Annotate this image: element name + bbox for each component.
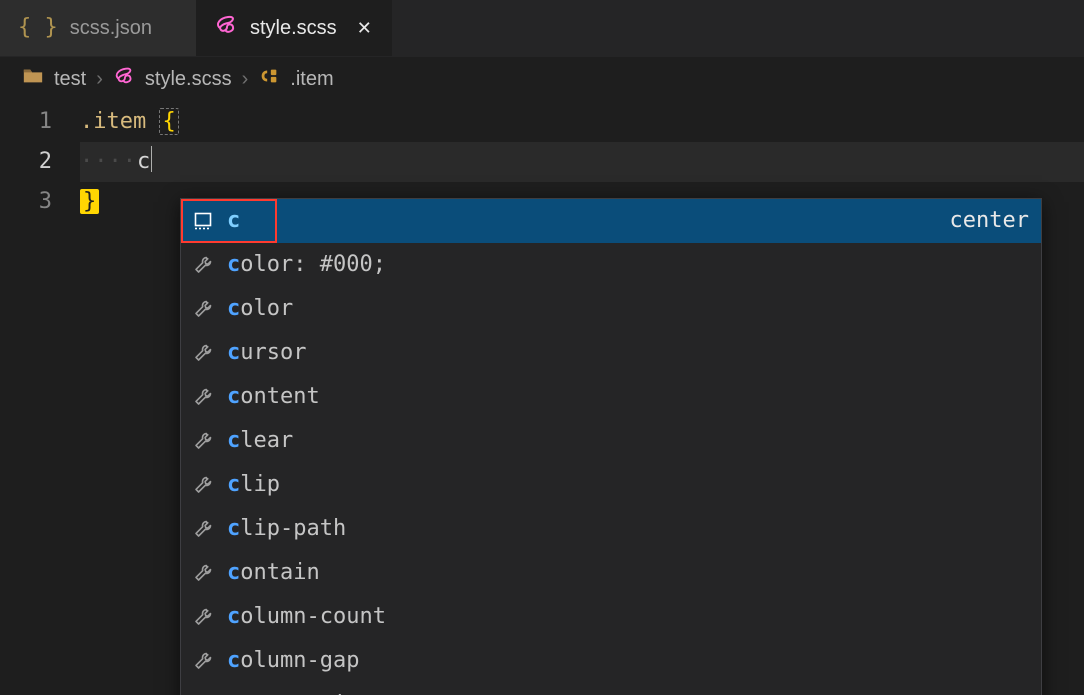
suggestion-detail: center: [950, 203, 1029, 239]
breadcrumb-label: style.scss: [145, 68, 232, 91]
editor-root: { } scss.json style.scss ✕ test ›: [0, 0, 1084, 695]
code-line[interactable]: 1 .item {: [0, 102, 1084, 142]
css-selector: .item: [80, 109, 146, 134]
suggestion-item[interactable]: contain: [181, 551, 1041, 595]
suggestion-popup: ccenter color: #000; color cursor content cle…: [180, 198, 1042, 695]
symbol-class-icon: [258, 65, 280, 93]
suggestion-item[interactable]: column-gap: [181, 639, 1041, 683]
wrench-icon: [191, 299, 215, 319]
text-cursor: [151, 146, 152, 172]
suggestion-label: clip-path: [227, 511, 1029, 547]
close-brace: }: [80, 189, 99, 214]
wrench-icon: [191, 519, 215, 539]
suggestion-item[interactable]: clip: [181, 463, 1041, 507]
folder-icon: [22, 65, 44, 93]
close-icon[interactable]: ✕: [357, 19, 372, 37]
suggestion-item[interactable]: color: [181, 287, 1041, 331]
breadcrumb-item-symbol[interactable]: .item: [258, 65, 333, 93]
suggestion-label: clear: [227, 423, 1029, 459]
breadcrumb: test › style.scss › .item: [0, 57, 1084, 102]
wrench-icon: [191, 343, 215, 363]
wrench-icon: [191, 607, 215, 627]
tab-style-scss[interactable]: style.scss ✕: [196, 0, 392, 56]
breadcrumb-item-folder[interactable]: test: [22, 65, 86, 93]
suggestion-label: color: #000;: [227, 247, 1029, 283]
indent-guide: ····: [80, 149, 137, 174]
breadcrumb-label: test: [54, 68, 86, 91]
suggestion-item[interactable]: content: [181, 375, 1041, 419]
suggestion-item[interactable]: color: #000;: [181, 243, 1041, 287]
suggestion-label: counter-increment: [227, 687, 1029, 695]
suggestion-label: c: [227, 203, 950, 239]
wrench-icon: [191, 475, 215, 495]
typed-text: c: [137, 149, 150, 174]
scss-icon: [113, 65, 135, 93]
suggestion-label: content: [227, 379, 1029, 415]
suggestion-item[interactable]: clear: [181, 419, 1041, 463]
braces-icon: { }: [18, 17, 58, 39]
wrench-icon: [191, 431, 215, 451]
suggestion-item[interactable]: counter-increment: [181, 683, 1041, 695]
tab-label: style.scss: [250, 17, 337, 40]
wrench-icon: [191, 651, 215, 671]
suggestion-label: cursor: [227, 335, 1029, 371]
suggestion-item[interactable]: clip-path: [181, 507, 1041, 551]
wrench-icon: [191, 255, 215, 275]
tab-bar: { } scss.json style.scss ✕: [0, 0, 1084, 57]
line-number: 2: [0, 142, 80, 182]
line-number: 3: [0, 182, 80, 222]
line-number: 1: [0, 102, 80, 142]
suggestion-item[interactable]: column-count: [181, 595, 1041, 639]
suggestion-item[interactable]: ccenter: [181, 199, 1041, 243]
snippet-icon: [191, 211, 215, 231]
suggestion-item[interactable]: cursor: [181, 331, 1041, 375]
wrench-icon: [191, 387, 215, 407]
chevron-right-icon: ›: [242, 68, 249, 91]
chevron-right-icon: ›: [96, 68, 103, 91]
wrench-icon: [191, 563, 215, 583]
tab-scss-json[interactable]: { } scss.json: [0, 0, 196, 56]
suggestion-label: column-gap: [227, 643, 1029, 679]
breadcrumb-label: .item: [290, 68, 333, 91]
scss-icon: [214, 13, 238, 43]
suggestion-label: column-count: [227, 599, 1029, 635]
suggestion-label: clip: [227, 467, 1029, 503]
breadcrumb-item-file[interactable]: style.scss: [113, 65, 232, 93]
suggestion-label: color: [227, 291, 1029, 327]
code-line-active[interactable]: 2 ····c: [0, 142, 1084, 182]
open-brace: {: [159, 108, 178, 135]
tab-label: scss.json: [70, 17, 152, 40]
suggestion-label: contain: [227, 555, 1029, 591]
